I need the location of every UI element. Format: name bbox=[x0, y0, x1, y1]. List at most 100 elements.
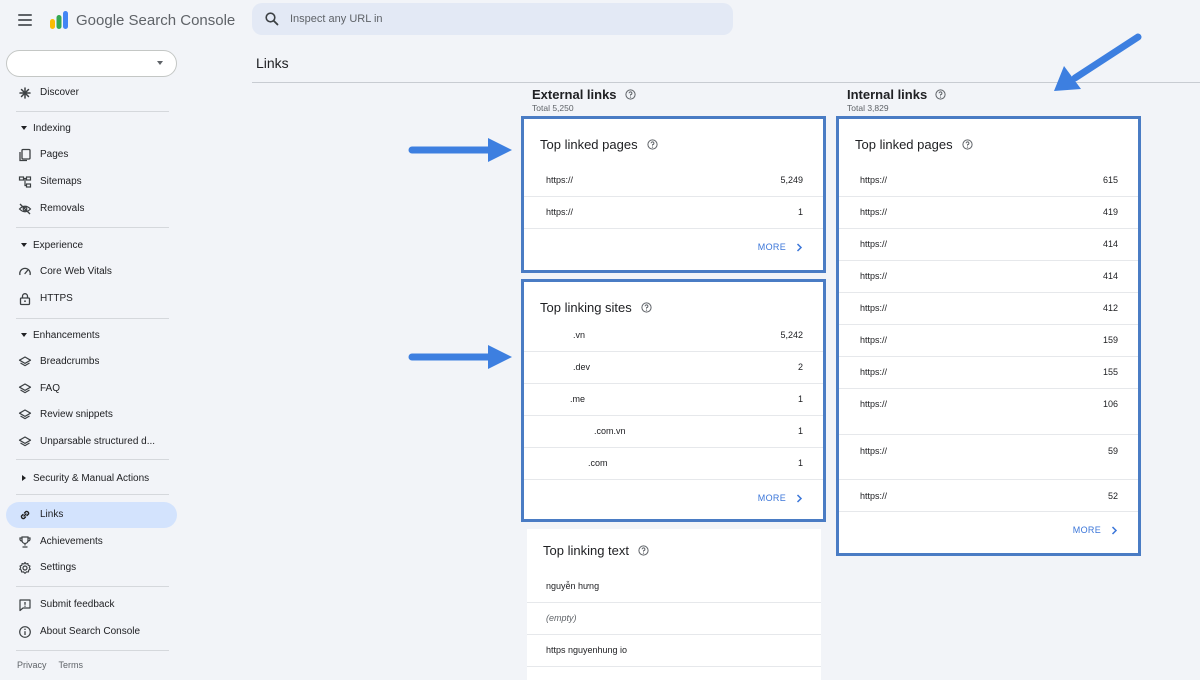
page-title: Links bbox=[256, 55, 289, 71]
sidebar-item-pages[interactable]: Pages bbox=[6, 142, 177, 168]
row-count: 106 bbox=[1102, 399, 1118, 409]
sidebar-item-about[interactable]: About Search Console bbox=[6, 619, 177, 645]
sidebar-item-review-snippets[interactable]: Review snippets bbox=[6, 402, 177, 428]
row-count: 1 bbox=[797, 458, 803, 468]
privacy-link[interactable]: Privacy bbox=[17, 660, 47, 670]
sidebar-item-faq[interactable]: FAQ bbox=[6, 376, 177, 402]
table-row[interactable]: https:// 414 bbox=[839, 229, 1138, 261]
help-icon[interactable] bbox=[638, 545, 649, 556]
table-row[interactable]: https:// 1 bbox=[524, 197, 823, 229]
help-icon[interactable] bbox=[935, 89, 946, 100]
url-inspection-bar[interactable] bbox=[252, 3, 733, 35]
row-url: https:// bbox=[860, 367, 888, 377]
divider bbox=[16, 111, 169, 112]
section-indexing[interactable]: Indexing bbox=[6, 118, 177, 140]
row-count: 414 bbox=[1102, 271, 1118, 281]
sidebar-item-label: Discover bbox=[40, 87, 79, 98]
chevron-right-icon bbox=[1111, 525, 1118, 535]
sidebar-item-settings[interactable]: Settings bbox=[6, 555, 177, 581]
sidebar-item-breadcrumbs[interactable]: Breadcrumbs bbox=[6, 349, 177, 375]
sidebar-item-links[interactable]: Links bbox=[6, 502, 177, 528]
sitemap-icon bbox=[18, 176, 32, 188]
inspect-url-input[interactable] bbox=[290, 3, 720, 35]
card-title: Top linked pages bbox=[855, 137, 953, 152]
sidebar-item-removals[interactable]: Removals bbox=[6, 196, 177, 222]
row-site: .vn bbox=[573, 330, 586, 340]
table-row[interactable]: .com.vn 1 bbox=[524, 416, 823, 448]
table-row[interactable]: https nguyenhung io bbox=[527, 635, 821, 667]
help-icon[interactable] bbox=[646, 139, 658, 150]
link-icon bbox=[20, 510, 30, 520]
section-security-manual-actions[interactable]: Security & Manual Actions bbox=[6, 468, 177, 490]
sidebar-item-label: Review snippets bbox=[40, 409, 113, 420]
sidebar-footer: Privacy Terms bbox=[17, 660, 83, 670]
trophy-icon bbox=[19, 536, 31, 548]
sidebar-item-sitemaps[interactable]: Sitemaps bbox=[6, 169, 177, 195]
table-row[interactable]: https:// 155 bbox=[839, 357, 1138, 389]
chevron-right-icon bbox=[796, 242, 803, 252]
divider bbox=[16, 318, 169, 319]
row-count: 1 bbox=[797, 426, 803, 436]
property-selector[interactable] bbox=[6, 50, 177, 77]
hamburger-menu-icon[interactable] bbox=[16, 12, 34, 28]
layers-icon bbox=[18, 409, 32, 420]
table-row[interactable]: https:// 615 bbox=[839, 165, 1138, 197]
speedometer-icon bbox=[19, 267, 31, 276]
more-button[interactable]: MORE bbox=[758, 242, 803, 252]
sidebar-item-submit-feedback[interactable]: Submit feedback bbox=[6, 592, 177, 618]
help-icon[interactable] bbox=[624, 89, 636, 100]
table-row[interactable]: .vn 5,242 bbox=[524, 320, 823, 352]
row-url: https:// bbox=[860, 446, 888, 456]
internal-links-header: Internal links Total 3,829 bbox=[847, 87, 946, 113]
row-url: https:// bbox=[546, 175, 574, 185]
sidebar-item-unparsable-structured-data[interactable]: Unparsable structured d... bbox=[6, 429, 177, 455]
external-links-total: Total 5,250 bbox=[532, 103, 574, 113]
row-count: 2 bbox=[797, 362, 803, 372]
table-row[interactable]: https:// 159 bbox=[839, 325, 1138, 357]
row-count: 155 bbox=[1102, 367, 1118, 377]
row-anchor-text: (empty) bbox=[546, 613, 577, 623]
table-row[interactable]: .com 1 bbox=[524, 448, 823, 480]
annotation-arrow-icon bbox=[408, 345, 512, 369]
top-bar: Google Search Console bbox=[0, 0, 1200, 40]
sidebar-item-https[interactable]: HTTPS bbox=[6, 286, 177, 312]
gear-icon bbox=[19, 561, 31, 574]
row-url: https:// bbox=[860, 335, 888, 345]
row-count: 615 bbox=[1102, 175, 1118, 185]
section-enhancements[interactable]: Enhancements bbox=[6, 325, 177, 347]
divider bbox=[16, 227, 169, 228]
table-row[interactable]: .dev 2 bbox=[524, 352, 823, 384]
sidebar-item-core-web-vitals[interactable]: Core Web Vitals bbox=[6, 259, 177, 285]
asterisk-icon bbox=[19, 87, 31, 99]
row-count: 5,242 bbox=[780, 330, 803, 340]
table-row[interactable]: https:// 414 bbox=[839, 261, 1138, 293]
table-row[interactable]: .me 1 bbox=[524, 384, 823, 416]
info-icon bbox=[19, 626, 31, 638]
row-count: 412 bbox=[1102, 303, 1118, 313]
terms-link[interactable]: Terms bbox=[59, 660, 84, 670]
help-icon[interactable] bbox=[641, 302, 652, 313]
more-button[interactable]: MORE bbox=[1073, 525, 1118, 535]
sidebar-item-discover[interactable]: Discover bbox=[6, 80, 177, 106]
help-icon[interactable] bbox=[961, 139, 973, 150]
table-row[interactable]: nguyễn hưng bbox=[527, 571, 821, 603]
section-experience[interactable]: Experience bbox=[6, 235, 177, 257]
card-title: Top linking text bbox=[543, 543, 629, 558]
collapse-triangle-icon bbox=[21, 243, 27, 247]
external-top-linked-pages-card: Top linked pages https:// 5,249 https://… bbox=[521, 116, 826, 273]
sidebar-item-achievements[interactable]: Achievements bbox=[6, 529, 177, 555]
sidebar-item-label: Achievements bbox=[40, 536, 103, 547]
table-row[interactable]: https:// 59 bbox=[839, 435, 1138, 480]
layers-icon bbox=[18, 356, 32, 367]
table-row[interactable]: https:// 106 bbox=[839, 389, 1138, 435]
more-button[interactable]: MORE bbox=[758, 493, 803, 503]
sidebar-item-label: Breadcrumbs bbox=[40, 356, 100, 367]
table-row[interactable]: https:// 412 bbox=[839, 293, 1138, 325]
row-url: https:// bbox=[860, 491, 888, 501]
table-row[interactable]: https:// 5,249 bbox=[524, 165, 823, 197]
table-row[interactable]: https:// 52 bbox=[839, 480, 1138, 512]
row-url: https:// bbox=[546, 207, 574, 217]
table-row[interactable]: (empty) bbox=[527, 603, 821, 635]
table-row[interactable]: https:// 419 bbox=[839, 197, 1138, 229]
external-top-linking-text-card: Top linking text nguyễn hưng (empty) htt… bbox=[527, 529, 821, 680]
